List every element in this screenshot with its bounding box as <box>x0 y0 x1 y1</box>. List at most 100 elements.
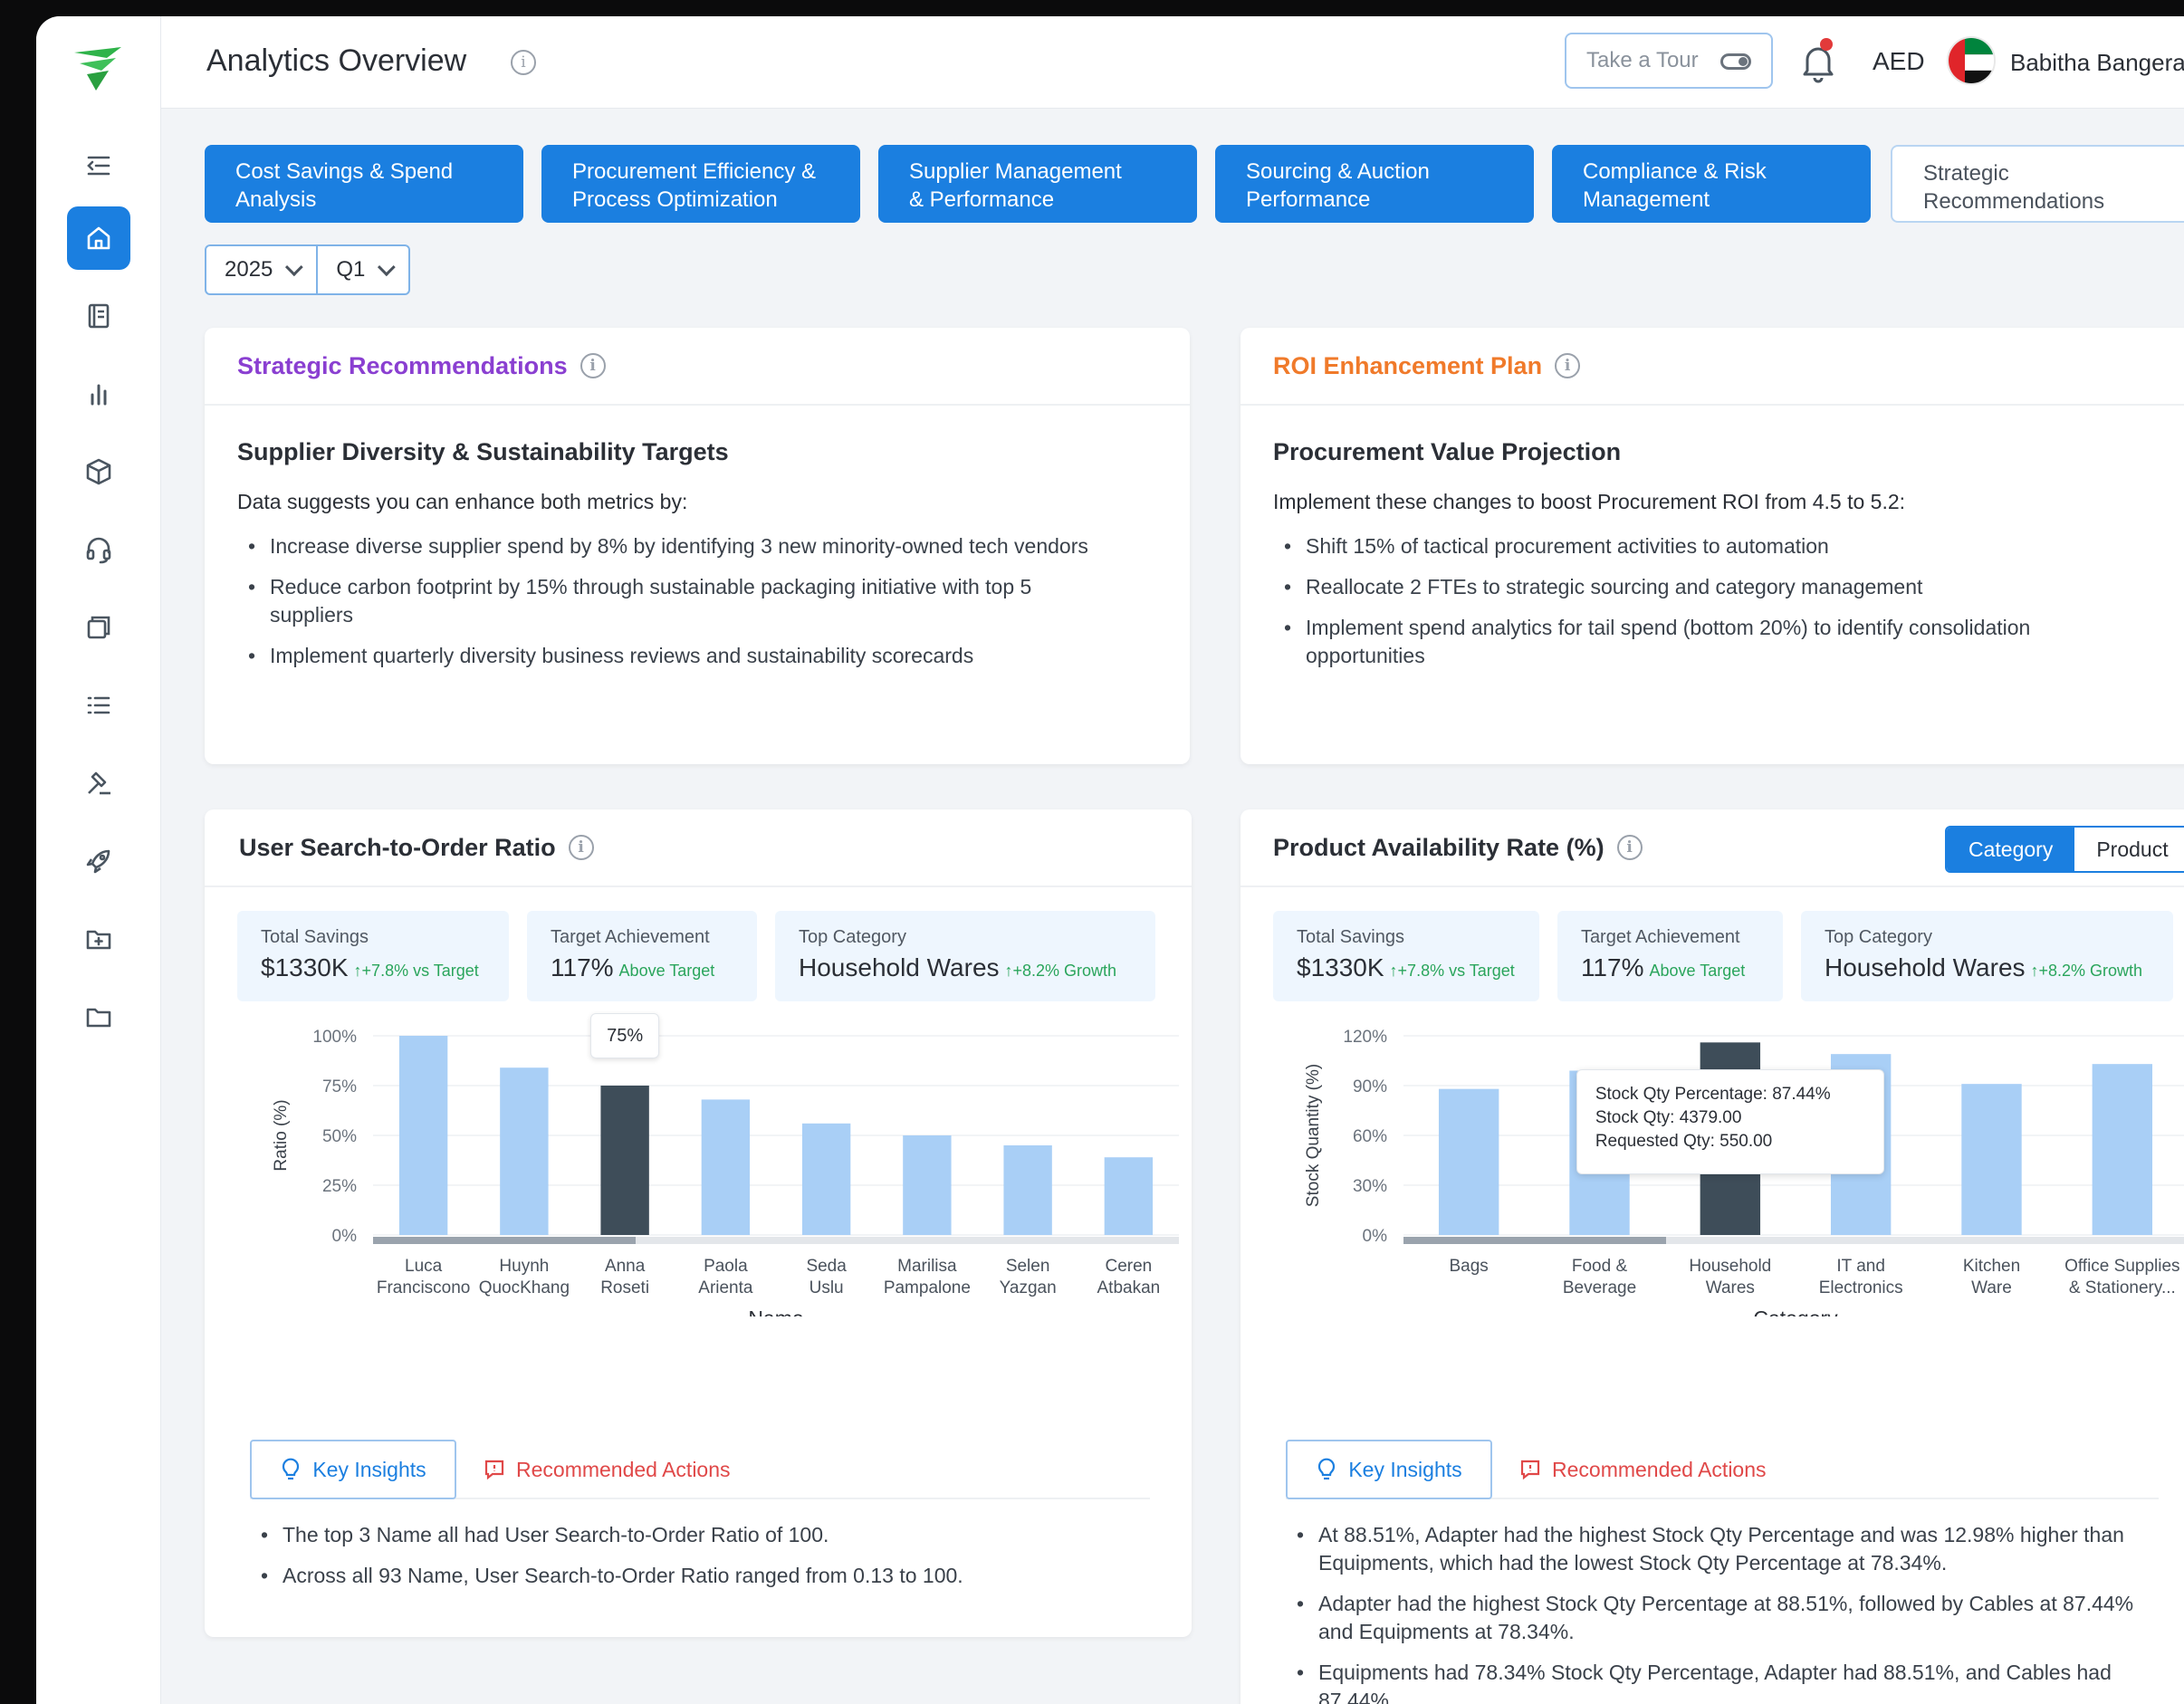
menu-collapse-icon[interactable] <box>67 134 130 197</box>
info-icon[interactable]: i <box>568 835 594 860</box>
category-toggle[interactable]: Category <box>1947 828 2075 871</box>
recommended-actions-tab[interactable]: Recommended Actions <box>484 1440 731 1499</box>
tab-procurement-efficiency[interactable]: Procurement Efficiency & Process Optimiz… <box>541 145 860 223</box>
stat-label: Total Savings <box>1297 927 1404 947</box>
nav-home-icon[interactable] <box>67 206 130 270</box>
x-tick-label: Franciscono <box>377 1278 471 1297</box>
tab-label: Procurement Efficiency & <box>572 159 817 184</box>
quarter-select[interactable]: Q1 <box>316 246 408 293</box>
x-tick-label: Selen <box>1006 1257 1050 1276</box>
x-tick-label: Kitchen <box>1963 1257 2020 1276</box>
period-filter: 2025 Q1 <box>205 244 411 295</box>
nav-folder-icon[interactable] <box>67 985 130 1048</box>
stat-label: Target Achievement <box>551 927 710 947</box>
bar <box>1003 1145 1052 1235</box>
key-insights-tab[interactable]: Key Insights <box>250 1440 456 1499</box>
bar <box>701 1099 751 1235</box>
stat-sub: ↑+7.8% vs Target <box>1389 962 1515 980</box>
tab-label: Process Optimization <box>572 187 778 212</box>
nav-add-folder-icon[interactable] <box>67 907 130 971</box>
y-tick-label: 30% <box>1353 1177 1387 1196</box>
take-a-tour-toggle[interactable]: Take a Tour <box>1565 33 1773 89</box>
lightbulb-icon <box>1318 1458 1336 1480</box>
stat-label: Target Achievement <box>1580 927 1740 947</box>
info-icon[interactable]: i <box>1616 835 1643 860</box>
uae-flag-icon[interactable] <box>1947 36 1996 85</box>
stat-sub: Above Target <box>618 962 715 980</box>
list-item: Across all 93 Name, User Search-to-Order… <box>250 1562 1150 1590</box>
lightbulb-icon <box>283 1458 300 1480</box>
section-title: Procurement Value Projection <box>1273 438 1622 465</box>
x-tick-label: Atbakan <box>1097 1278 1161 1297</box>
key-insights-tab[interactable]: Key Insights <box>1286 1440 1492 1499</box>
tab-label: Management <box>1583 187 1710 212</box>
year-select[interactable]: 2025 <box>206 246 316 293</box>
bar <box>1961 1084 2022 1235</box>
tab-label: Supplier Management <box>909 159 1122 184</box>
nav-auction-gavel-icon[interactable] <box>67 751 130 815</box>
recommended-actions-label: Recommended Actions <box>1552 1457 1767 1481</box>
info-icon[interactable]: i <box>1555 353 1581 378</box>
section-intro: Data suggests you can enhance both metri… <box>237 490 688 513</box>
toggle-switch-icon[interactable] <box>1720 53 1751 70</box>
x-tick-label: QuocKhang <box>479 1278 570 1297</box>
tab-strategic-recommendations[interactable]: Strategic Recommendations <box>1891 145 2184 223</box>
insights-tabs: Key Insights Recommended Actions <box>250 1440 1150 1499</box>
product-toggle[interactable]: Product <box>2074 828 2184 871</box>
key-insights-label: Key Insights <box>1348 1457 1462 1481</box>
tab-supplier-management[interactable]: Supplier Management & Performance <box>878 145 1197 223</box>
y-tick-label: 0% <box>332 1227 358 1246</box>
x-tick-label: Wares <box>1706 1278 1755 1297</box>
list-item: Implement spend analytics for tail spend… <box>1273 614 2142 670</box>
tab-label: Performance <box>1246 187 1371 212</box>
year-value: 2025 <box>225 257 273 282</box>
top-header: Analytics Overview i Take a Tour AED Bab… <box>161 16 2184 109</box>
y-tick-label: 50% <box>322 1127 357 1146</box>
brand-logo-icon[interactable] <box>71 43 125 94</box>
info-icon[interactable]: i <box>511 50 536 75</box>
x-tick-label: IT and <box>1836 1257 1885 1276</box>
bar-tooltip: 75% <box>590 1013 660 1058</box>
nav-analytics-icon[interactable] <box>67 362 130 426</box>
nav-cards-icon[interactable] <box>67 596 130 659</box>
nav-list-icon[interactable] <box>67 674 130 737</box>
x-tick-label: Luca <box>405 1257 443 1276</box>
nav-rocket-icon[interactable] <box>67 829 130 893</box>
currency-selector[interactable]: AED <box>1873 47 1925 76</box>
chevron-down-icon <box>378 258 397 277</box>
stat-sub: ↑+8.2% Growth <box>1004 962 1117 980</box>
nav-products-box-icon[interactable] <box>67 440 130 503</box>
user-name[interactable]: Babitha Bangera <box>2010 49 2184 77</box>
card-title: User Search-to-Order Ratio <box>239 833 556 861</box>
stat-target-achievement: Target Achievement 117% Above Target <box>527 911 757 1001</box>
info-icon[interactable]: i <box>580 353 606 378</box>
x-tick-label: Paola <box>704 1257 748 1276</box>
view-toggle: Category Product <box>1945 826 2184 873</box>
quarter-value: Q1 <box>336 257 366 282</box>
nav-documents-icon[interactable] <box>67 284 130 348</box>
tab-compliance-risk[interactable]: Compliance & Risk Management <box>1552 145 1871 223</box>
section-title: Supplier Diversity & Sustainability Targ… <box>237 438 729 465</box>
bar-tooltip: Stock Qty Percentage: 87.44% Stock Qty: … <box>1576 1069 1884 1175</box>
tab-cost-savings[interactable]: Cost Savings & Spend Analysis <box>205 145 523 223</box>
insights-list: The top 3 Name all had User Search-to-Or… <box>250 1521 1150 1603</box>
y-tick-label: 0% <box>1363 1227 1388 1246</box>
y-axis-label: Ratio (%) <box>272 1099 291 1171</box>
x-tick-label: Marilisa <box>897 1257 957 1276</box>
list-item: Increase diverse supplier spend by 8% by… <box>237 532 1106 560</box>
nav-support-headset-icon[interactable] <box>67 518 130 581</box>
stat-sub: ↑+7.8% vs Target <box>353 962 479 980</box>
tab-sourcing-auction[interactable]: Sourcing & Auction Performance <box>1215 145 1534 223</box>
x-tick-label: Office Supplies <box>2064 1257 2179 1276</box>
stat-label: Total Savings <box>261 927 369 947</box>
strategic-recommendations-card: Strategic Recommendations i Supplier Div… <box>205 328 1190 764</box>
x-tick-label: Roseti <box>600 1278 649 1297</box>
x-tick-label: Arienta <box>698 1278 753 1297</box>
insights-tabs: Key Insights Recommended Actions <box>1286 1440 2159 1499</box>
tooltip-line: Requested Qty: 550.00 <box>1595 1132 1773 1152</box>
tab-label: Sourcing & Auction <box>1246 159 1430 184</box>
stat-value: 117% <box>551 953 614 981</box>
recommended-actions-tab[interactable]: Recommended Actions <box>1519 1440 1767 1499</box>
tab-label: Compliance & Risk <box>1583 159 1767 184</box>
x-tick-label: Ware <box>1971 1278 2012 1297</box>
